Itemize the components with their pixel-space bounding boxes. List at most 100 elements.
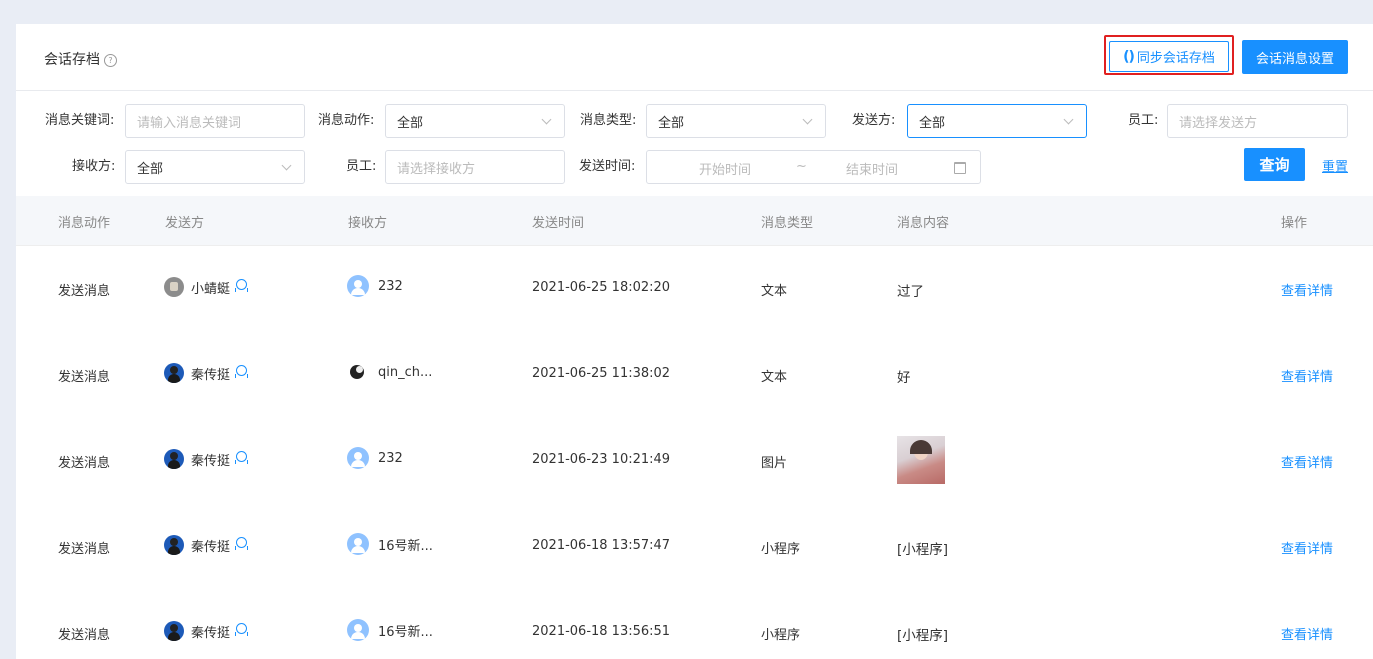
row-content: [小程序] [897,542,949,558]
message-settings-button[interactable]: 会话消息设置 [1242,40,1348,74]
row-content: 好 [897,370,911,386]
column-header-action: 消息动作 [58,216,111,231]
row-receiver: 16号新... [347,533,433,555]
query-button[interactable]: 查询 [1244,148,1305,181]
view-details-link[interactable]: 查看详情 [1281,624,1333,643]
row-content: [小程序] [897,628,949,644]
view-details-link[interactable]: 查看详情 [1281,280,1333,299]
row-content: 过了 [897,284,924,300]
reset-link[interactable]: 重置 [1322,156,1348,175]
end-time-placeholder: 结束时间 [846,163,899,178]
sender-name: 秦传挺 [191,539,231,555]
employee-badge-icon [236,278,248,290]
table-row: 发送消息 秦传挺 16号新... 2021-06-18 13:56:51 小程序… [16,590,1373,659]
chevron-down-icon [802,114,813,125]
chevron-down-icon [541,114,552,125]
sender-select[interactable]: 全部 [907,104,1087,138]
column-header-content: 消息内容 [897,216,950,231]
receiver-label: 接收方: [72,159,116,174]
keyword-placeholder: 请输入消息关键词 [137,115,242,131]
avatar [164,277,184,297]
receiver-name: 232 [378,450,403,466]
avatar [164,363,184,383]
table-row: 发送消息 秦传挺 232 2021-06-23 10:21:49 图片 查看详情 [16,418,1373,505]
keyword-input[interactable]: 请输入消息关键词 [125,104,305,138]
receiver-name: 232 [378,278,403,294]
receiver-employee-label: 员工: [346,159,377,174]
avatar [164,535,184,555]
top-bar: 会话存档? () 同步会话存档 会话消息设置 [16,24,1373,91]
row-time: 2021-06-23 10:21:49 [532,452,671,467]
avatar [347,361,369,383]
receiver-name: qin_ch... [378,364,433,380]
row-sender: 秦传挺 [164,363,248,383]
range-separator: ~ [796,159,807,174]
type-select-value: 全部 [658,115,685,131]
receiver-employee-input[interactable]: 请选择接收方 [385,150,565,184]
group-avatar-icon [347,275,369,297]
action-select[interactable]: 全部 [385,104,565,138]
avatar [164,621,184,641]
row-time: 2021-06-25 18:02:20 [532,280,671,295]
row-type: 图片 [761,456,788,471]
row-type: 文本 [761,370,788,385]
avatar [164,449,184,469]
image-thumbnail[interactable] [897,436,945,484]
page-title-text: 会话存档 [44,52,100,68]
sender-name: 秦传挺 [191,625,231,641]
row-action: 发送消息 [58,284,111,299]
row-receiver: 232 [347,275,403,297]
group-avatar-icon [347,447,369,469]
row-action: 发送消息 [58,628,111,643]
chevron-down-icon [281,160,292,171]
help-icon[interactable]: ? [104,54,117,67]
table-row: 发送消息 秦传挺 16号新... 2021-06-18 13:57:47 小程序… [16,504,1373,591]
column-header-receiver: 接收方 [348,216,388,231]
sender-label: 发送方: [852,113,896,128]
view-details-link[interactable]: 查看详情 [1281,538,1333,557]
row-action: 发送消息 [58,456,111,471]
receiver-select-value: 全部 [137,161,164,177]
sync-archive-button[interactable]: () 同步会话存档 [1109,41,1229,72]
row-type: 小程序 [761,542,801,557]
row-receiver: 232 [347,447,403,469]
sender-employee-placeholder: 请选择发送方 [1179,115,1258,131]
row-action: 发送消息 [58,542,111,557]
row-action: 发送消息 [58,370,111,385]
row-sender: 小蜻蜓 [164,277,248,297]
start-time-placeholder: 开始时间 [699,163,752,178]
table-header: 消息动作 发送方 接收方 发送时间 消息类型 消息内容 操作 [16,196,1373,246]
view-details-link[interactable]: 查看详情 [1281,366,1333,385]
group-avatar-icon [347,533,369,555]
view-details-link[interactable]: 查看详情 [1281,452,1333,471]
sender-name: 小蜻蜓 [191,281,231,297]
receiver-name: 16号新... [378,624,433,640]
send-time-range-picker[interactable]: 开始时间 ~ 结束时间 [646,150,981,184]
row-time: 2021-06-25 11:38:02 [532,366,671,381]
row-sender: 秦传挺 [164,535,248,555]
type-select[interactable]: 全部 [646,104,826,138]
action-label: 消息动作: [318,113,375,128]
column-header-sender: 发送方 [165,216,205,231]
sender-select-value: 全部 [919,115,946,131]
employee-badge-icon [236,364,248,376]
employee-badge-icon [236,536,248,548]
employee-badge-icon [236,450,248,462]
column-header-operation: 操作 [1281,216,1308,231]
sender-employee-input[interactable]: 请选择发送方 [1167,104,1348,138]
sender-name: 秦传挺 [191,367,231,383]
keyword-label: 消息关键词: [45,113,115,128]
row-sender: 秦传挺 [164,449,248,469]
sync-archive-label: 同步会话存档 [1136,51,1215,66]
receiver-employee-placeholder: 请选择接收方 [397,161,476,177]
receiver-select[interactable]: 全部 [125,150,305,184]
calendar-icon [954,162,966,174]
receiver-name: 16号新... [378,538,433,554]
row-time: 2021-06-18 13:56:51 [532,624,671,639]
sender-name: 秦传挺 [191,453,231,469]
row-time: 2021-06-18 13:57:47 [532,538,671,553]
row-type: 文本 [761,284,788,299]
group-avatar-icon [347,619,369,641]
sender-employee-label: 员工: [1128,113,1159,128]
action-select-value: 全部 [397,115,424,131]
